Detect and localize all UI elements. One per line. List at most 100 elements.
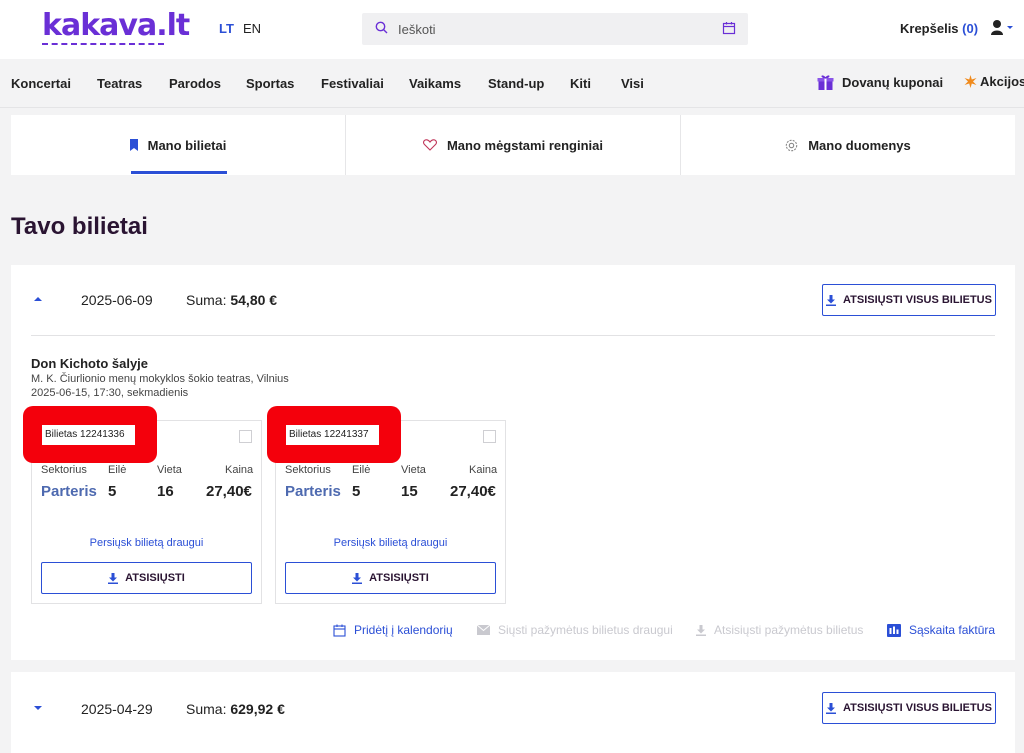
ticket-select-checkbox[interactable] [239, 430, 252, 443]
order-sum-value: 629,92 € [230, 701, 285, 717]
nav-item-parodos[interactable]: Parodos [169, 76, 221, 91]
download-all-tickets-button[interactable]: ATSISIŲSTI VISUS BILIETUS [822, 284, 996, 316]
order-sum-value: 54,80 € [230, 292, 278, 308]
send-selected-label: Siųsti pažymėtus bilietus draugui [498, 623, 673, 637]
chevron-down-icon[interactable] [33, 704, 43, 712]
seat-header: Vieta [157, 464, 182, 476]
order-card: 2025-04-29 Suma: 629,92 € ATSISIŲSTI VIS… [11, 672, 1015, 753]
tab-label: Mano mėgstami renginiai [446, 137, 604, 153]
row-header: Eilė [352, 464, 371, 476]
gift-icon [817, 75, 834, 90]
burst-icon [964, 75, 977, 88]
seat-value: 16 [157, 483, 174, 500]
calendar-icon [333, 624, 346, 637]
logo-underline [42, 43, 164, 45]
ticket-id: Bilietas 12241337 [286, 428, 372, 442]
site-header: kakava.lt LT EN Krepšelis (0) [0, 0, 1024, 59]
order-sum: Suma: 629,92 € [186, 701, 285, 717]
account-tabs: Mano bilietai Mano mėgstami renginiai Ma… [11, 115, 1015, 175]
ticket-card: Bilietas 12241337 Sektorius Eilė Vieta K… [267, 406, 506, 604]
download-all-label: ATSISIŲSTI VISUS BILIETUS [843, 294, 992, 306]
download-icon [696, 624, 706, 636]
cart-label: Krepšelis [900, 21, 959, 36]
chevron-up-icon[interactable] [33, 295, 43, 303]
nav-gift-vouchers[interactable]: Dovanų kuponai [817, 74, 943, 91]
nav-item-vaikams[interactable]: Vaikams [409, 76, 461, 91]
row-value: 5 [352, 483, 361, 500]
tab-label: Mano bilietai [147, 137, 227, 153]
download-icon [352, 572, 363, 584]
ticket-select-checkbox[interactable] [483, 430, 496, 443]
download-ticket-button[interactable]: ATSISIŲSTI [285, 562, 496, 594]
nav-item-stand-up[interactable]: Stand-up [488, 76, 544, 91]
send-to-friend-link[interactable]: Persiųsk bilietą draugui [276, 537, 505, 549]
row-header: Eilė [108, 464, 127, 476]
sector-header: Sektorius [285, 464, 331, 476]
tab-my-data[interactable]: Mano duomenys [681, 115, 1015, 175]
nav-item-festivaliai[interactable]: Festivaliai [321, 76, 384, 91]
category-nav: Koncertai Teatras Parodos Sportas Festiv… [0, 59, 1024, 108]
bookmark-icon [129, 139, 138, 151]
download-icon [826, 702, 837, 714]
download-selected-link[interactable]: Atsisiųsti pažymėtus bilietus [696, 623, 863, 637]
download-icon [826, 294, 837, 306]
order-date: 2025-06-09 [81, 292, 153, 308]
invoice-label: Sąskaita faktūra [909, 623, 996, 637]
row-value: 5 [108, 483, 117, 500]
search-input[interactable] [398, 19, 698, 39]
add-to-calendar-label: Pridėtį į kalendorių [354, 623, 453, 637]
tab-label: Mano duomenys [808, 137, 911, 153]
sector-value: Parteris [285, 483, 341, 500]
nav-item-kiti[interactable]: Kiti [570, 76, 591, 91]
nav-item-koncertai[interactable]: Koncertai [11, 76, 71, 91]
cart-link[interactable]: Krepšelis (0) [900, 21, 978, 36]
price-header: Kaina [469, 464, 498, 476]
ticket-card: Bilietas 12241336 Sektorius Eilė Vieta K… [23, 406, 262, 604]
search-icon[interactable] [374, 20, 390, 36]
download-label: ATSISIŲSTI [369, 572, 429, 584]
sector-header: Sektorius [41, 464, 87, 476]
tab-my-tickets[interactable]: Mano bilietai [11, 115, 346, 175]
gear-icon [785, 139, 798, 151]
order-sum-label: Suma: [186, 292, 227, 308]
search-bar[interactable] [362, 13, 748, 45]
order-sum: Suma: 54,80 € [186, 292, 277, 308]
cart-count: (0) [962, 21, 979, 36]
user-icon[interactable] [990, 19, 1014, 37]
event-name: Don Kichoto šalyje [31, 356, 149, 371]
site-logo[interactable]: kakava.lt [42, 8, 190, 43]
order-card: 2025-06-09 Suma: 54,80 € ATSISIŲSTI VISU… [11, 265, 1015, 660]
heart-icon [423, 139, 437, 151]
download-label: ATSISIŲSTI [125, 572, 185, 584]
page-title: Tavo bilietai [11, 213, 148, 240]
download-all-tickets-button[interactable]: ATSISIŲSTI VISUS BILIETUS [822, 692, 996, 724]
price-header: Kaina [225, 464, 254, 476]
event-venue: M. K. Čiurlionio menų mokyklos šokio tea… [31, 373, 289, 385]
order-date: 2025-04-29 [81, 701, 153, 717]
order-sum-label: Suma: [186, 701, 227, 717]
ticket-id: Bilietas 12241336 [42, 428, 128, 442]
lang-lt-link[interactable]: LT [219, 21, 234, 36]
nav-item-teatras[interactable]: Teatras [97, 76, 142, 91]
send-selected-link[interactable]: Siųsti pažymėtus bilietus draugui [477, 623, 673, 637]
tab-favorite-events[interactable]: Mano mėgstami renginiai [346, 115, 681, 175]
invoice-icon [887, 623, 901, 637]
divider [31, 335, 995, 336]
download-selected-label: Atsisiųsti pažymėtus bilietus [714, 623, 864, 637]
send-to-friend-link[interactable]: Persiųsk bilietą draugui [32, 537, 261, 549]
price-value: 27,40€ [206, 483, 252, 500]
download-icon [108, 572, 119, 584]
seat-header: Vieta [401, 464, 426, 476]
lang-en-link[interactable]: EN [243, 21, 261, 36]
download-ticket-button[interactable]: ATSISIŲSTI [41, 562, 252, 594]
nav-promotions[interactable]: Akcijos [964, 74, 1024, 89]
event-time: 2025-06-15, 17:30, sekmadienis [31, 387, 189, 399]
active-tab-indicator [131, 171, 227, 174]
sector-value: Parteris [41, 483, 97, 500]
nav-item-visi[interactable]: Visi [621, 76, 644, 91]
invoice-link[interactable]: Sąskaita faktūra [887, 623, 995, 637]
add-to-calendar-link[interactable]: Pridėtį į kalendorių [333, 623, 453, 637]
nav-item-sportas[interactable]: Sportas [246, 76, 294, 91]
calendar-icon[interactable] [722, 21, 736, 35]
gift-label: Dovanų kuponai [842, 75, 944, 90]
